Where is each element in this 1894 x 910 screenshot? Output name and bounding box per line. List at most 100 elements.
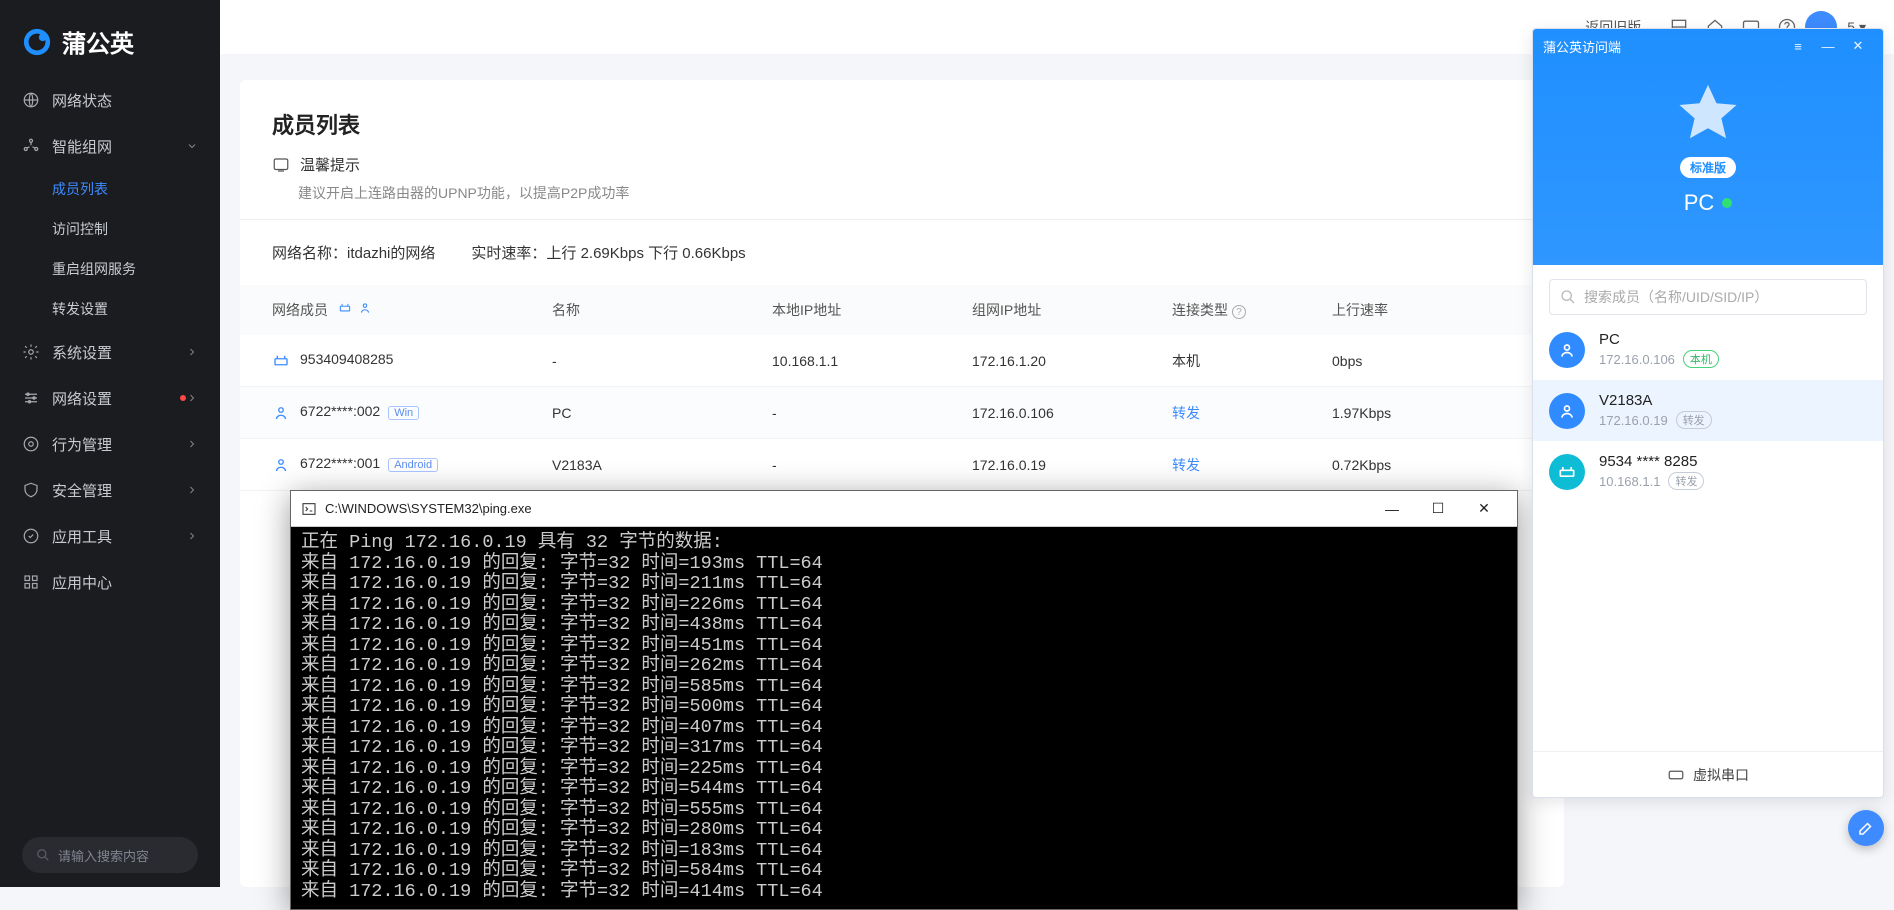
bulletin-icon bbox=[272, 156, 290, 174]
search-icon bbox=[1560, 289, 1576, 305]
conn-type[interactable]: 转发 bbox=[1172, 455, 1332, 475]
table-row[interactable]: 6722****:001AndroidV2183A-172.16.0.19转发0… bbox=[240, 439, 1564, 491]
search-placeholder: 请输入搜索内容 bbox=[58, 846, 149, 865]
table-header: 网络成员 名称 本地IP地址 组网IP地址 连接类型? 上行速率 bbox=[240, 285, 1564, 335]
serial-icon bbox=[1667, 766, 1685, 784]
terminal-icon bbox=[301, 501, 317, 517]
menu-button[interactable]: ≡ bbox=[1783, 39, 1813, 54]
nav-label: 智能组网 bbox=[52, 136, 186, 157]
sidebar-item-restart[interactable]: 重启组网服务 bbox=[0, 249, 220, 289]
grid-icon bbox=[22, 573, 40, 591]
up-rate: 0bps bbox=[1332, 353, 1472, 369]
item-title: 9534 **** 8285 bbox=[1599, 453, 1867, 470]
net-name: itdazhi的网络 bbox=[347, 245, 435, 262]
avatar bbox=[1549, 454, 1585, 490]
th-conn: 连接类型 bbox=[1172, 302, 1228, 318]
list-item[interactable]: PC172.16.0.106本机 bbox=[1533, 319, 1883, 380]
sub-label: 转发设置 bbox=[52, 299, 108, 319]
list-item[interactable]: V2183A172.16.0.19转发 bbox=[1533, 380, 1883, 441]
virtual-serial-button[interactable]: 虚拟串口 bbox=[1533, 751, 1883, 797]
sidebar-item-members[interactable]: 成员列表 bbox=[0, 169, 220, 209]
member-name: V2183A bbox=[552, 457, 772, 473]
nav-center[interactable]: 应用中心 bbox=[0, 559, 220, 605]
sidebar-item-access[interactable]: 访问控制 bbox=[0, 209, 220, 249]
nav-network-status[interactable]: 网络状态 bbox=[0, 77, 220, 123]
nav-label: 网络设置 bbox=[52, 388, 176, 409]
nav-network[interactable]: 网络设置 bbox=[0, 375, 220, 421]
conn-pill: 转发 bbox=[1668, 472, 1704, 490]
nav-system[interactable]: 系统设置 bbox=[0, 329, 220, 375]
maximize-button[interactable]: ☐ bbox=[1415, 500, 1461, 517]
conn-type[interactable]: 转发 bbox=[1172, 403, 1332, 423]
gear-icon bbox=[22, 343, 40, 361]
panel-titlebar[interactable]: 蒲公英访问端 ≡ — ✕ bbox=[1533, 29, 1883, 63]
rate-value: 上行 2.69Kbps 下行 0.66Kbps bbox=[546, 245, 745, 262]
conn-pill: 本机 bbox=[1683, 350, 1719, 368]
cmd-titlebar[interactable]: C:\WINDOWS\SYSTEM32\ping.exe — ☐ ✕ bbox=[291, 491, 1517, 527]
sliders-icon bbox=[22, 389, 40, 407]
conn-type: 本机 bbox=[1172, 351, 1332, 371]
edition-badge: 标准版 bbox=[1680, 157, 1736, 178]
local-ip: 10.168.1.1 bbox=[772, 353, 972, 369]
nodes-icon bbox=[22, 137, 40, 155]
group-ip: 172.16.1.20 bbox=[972, 353, 1172, 369]
float-action-button[interactable] bbox=[1848, 810, 1884, 846]
nav-label: 行为管理 bbox=[52, 434, 186, 455]
rate-label: 实时速率： bbox=[471, 245, 546, 262]
router-icon bbox=[272, 352, 290, 370]
nav-smart-group[interactable]: 智能组网 bbox=[0, 123, 220, 169]
sidebar-search[interactable]: 请输入搜索内容 bbox=[22, 837, 198, 873]
up-rate: 1.97Kbps bbox=[1332, 405, 1472, 421]
chevron-down-icon bbox=[186, 140, 198, 152]
hint-title: 温馨提示 bbox=[300, 154, 360, 175]
hint-body: 建议开启上连路由器的UPNP功能，以提高P2P成功率 bbox=[240, 179, 1564, 220]
panel-search[interactable]: 搜索成员（名称/UID/SID/IP） bbox=[1549, 279, 1867, 315]
close-button[interactable]: ✕ bbox=[1843, 38, 1873, 54]
nav-behavior[interactable]: 行为管理 bbox=[0, 421, 220, 467]
cmd-output[interactable]: 正在 Ping 172.16.0.19 具有 32 字节的数据: 来自 172.… bbox=[291, 527, 1517, 909]
search-icon bbox=[36, 848, 50, 862]
sidebar-item-forward[interactable]: 转发设置 bbox=[0, 289, 220, 329]
sub-label: 访问控制 bbox=[52, 219, 108, 239]
info-row: 网络名称：itdazhi的网络 实时速率：上行 2.69Kbps 下行 0.66… bbox=[240, 220, 1564, 285]
th-up: 上行速率 bbox=[1332, 300, 1472, 320]
router-filter-icon[interactable] bbox=[338, 301, 352, 315]
user-icon bbox=[272, 404, 290, 422]
edit-icon bbox=[1857, 819, 1875, 837]
up-rate: 0.72Kbps bbox=[1332, 457, 1472, 473]
item-title: V2183A bbox=[1599, 392, 1867, 409]
sidebar: 蒲公英 网络状态 智能组网 成员列表 访问控制 重启组网服务 转发设置 系统设置… bbox=[0, 0, 220, 887]
nav-label: 应用中心 bbox=[52, 572, 198, 593]
brand-logo[interactable]: 蒲公英 bbox=[0, 0, 220, 77]
os-tag: Android bbox=[388, 458, 438, 472]
minimize-button[interactable]: — bbox=[1813, 39, 1843, 54]
eye-icon bbox=[22, 435, 40, 453]
nav-tools[interactable]: 应用工具 bbox=[0, 513, 220, 559]
globe-icon bbox=[22, 91, 40, 109]
panel-search-ph: 搜索成员（名称/UID/SID/IP） bbox=[1584, 287, 1768, 307]
minimize-button[interactable]: — bbox=[1369, 501, 1415, 517]
item-ip: 10.168.1.1 bbox=[1599, 474, 1660, 489]
client-panel: 蒲公英访问端 ≡ — ✕ 标准版 PC 搜索成员（名称/UID/SID/IP） … bbox=[1532, 28, 1884, 798]
net-label: 网络名称： bbox=[272, 245, 347, 262]
user-filter-icon[interactable] bbox=[358, 301, 372, 315]
page-title: 成员列表 bbox=[240, 108, 1564, 154]
nav-label: 安全管理 bbox=[52, 480, 186, 501]
nav-security[interactable]: 安全管理 bbox=[0, 467, 220, 513]
avatar bbox=[1549, 393, 1585, 429]
help-icon[interactable]: ? bbox=[1232, 305, 1246, 319]
list-item[interactable]: 9534 **** 8285 10.168.1.1 转发 bbox=[1533, 441, 1883, 502]
cmd-window[interactable]: C:\WINDOWS\SYSTEM32\ping.exe — ☐ ✕ 正在 Pi… bbox=[290, 490, 1518, 910]
item-ip: 172.16.0.19 bbox=[1599, 413, 1668, 428]
member-id: 6722****:001 bbox=[300, 455, 380, 471]
th-local: 本地IP地址 bbox=[772, 300, 972, 320]
member-id: 6722****:002 bbox=[300, 403, 380, 419]
close-button[interactable]: ✕ bbox=[1461, 500, 1507, 517]
chevron-right-icon bbox=[186, 484, 198, 496]
nav: 网络状态 智能组网 成员列表 访问控制 重启组网服务 转发设置 系统设置 网络设… bbox=[0, 77, 220, 823]
table-row[interactable]: 953409408285-10.168.1.1172.16.1.20本机0bps bbox=[240, 335, 1564, 387]
chevron-right-icon bbox=[186, 392, 198, 404]
table-row[interactable]: 6722****:002WinPC-172.16.0.106转发1.97Kbps bbox=[240, 387, 1564, 439]
local-ip: - bbox=[772, 457, 972, 473]
footer-label: 虚拟串口 bbox=[1693, 765, 1749, 785]
